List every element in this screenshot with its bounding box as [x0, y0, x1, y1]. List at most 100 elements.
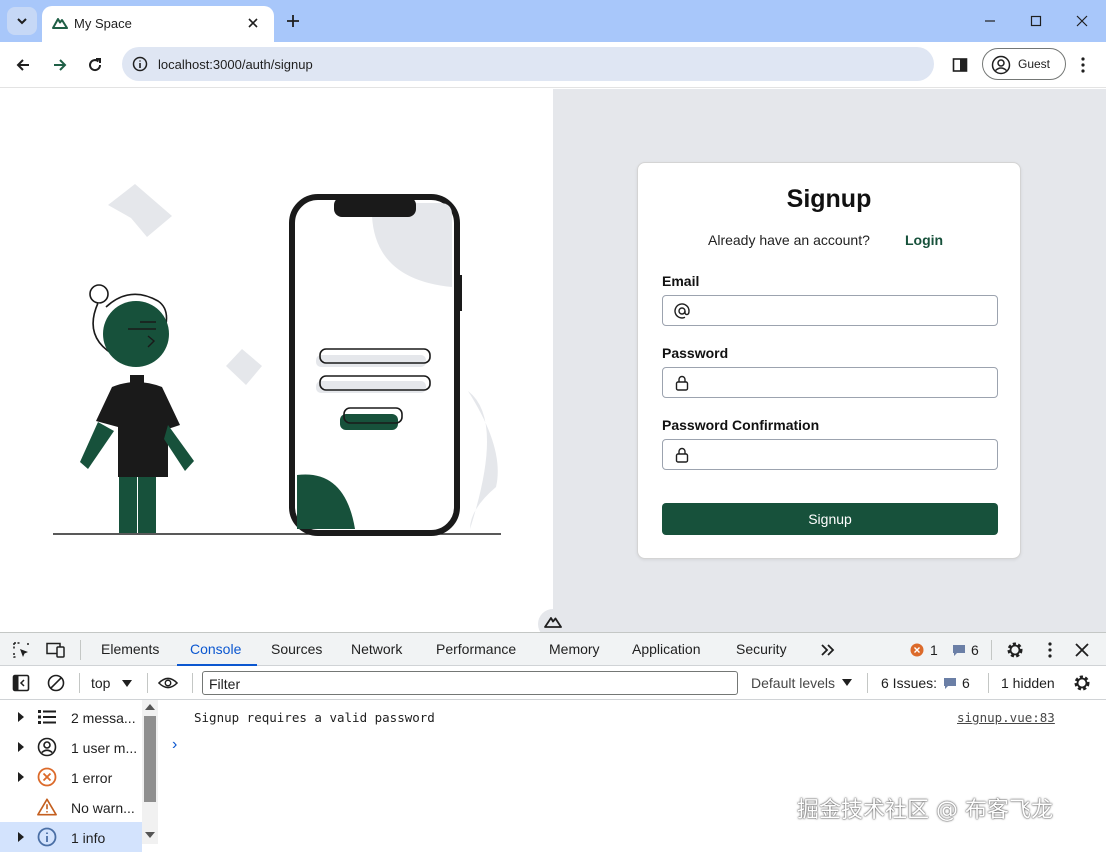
sidebar-icon	[12, 674, 30, 692]
tab-application[interactable]: Application	[632, 641, 701, 657]
console-message: Signup requires a valid password	[194, 710, 435, 725]
console-sidebar: 2 messa... 1 user m... 1 error No warn..…	[0, 700, 158, 852]
chevron-down-icon	[17, 18, 27, 25]
divider	[192, 673, 193, 693]
back-button[interactable]	[10, 52, 36, 78]
browser-title-bar: My Space	[0, 0, 1106, 42]
maximize-button[interactable]	[1025, 10, 1047, 32]
login-link[interactable]: Login	[905, 232, 943, 248]
issues-button[interactable]: 6 Issues: 6	[880, 672, 980, 694]
log-levels-dropdown[interactable]: Default levels	[750, 672, 856, 694]
clear-console-button[interactable]	[46, 673, 66, 693]
nuxt-devtools-button[interactable]	[538, 609, 568, 632]
password-field[interactable]	[662, 367, 998, 398]
minimize-icon	[985, 20, 995, 22]
console-prompt[interactable]: ›	[172, 736, 177, 754]
info-icon	[37, 827, 57, 847]
live-expression-button[interactable]	[158, 673, 178, 693]
close-icon	[1076, 15, 1088, 27]
tab-network[interactable]: Network	[351, 641, 402, 657]
filter-input[interactable]: Filter	[202, 671, 738, 695]
profile-button[interactable]: Guest	[982, 48, 1066, 80]
new-tab-button[interactable]	[282, 10, 304, 32]
device-toolbar-button[interactable]	[46, 640, 66, 660]
window-close-button[interactable]	[1071, 10, 1093, 32]
site-info-icon[interactable]	[132, 56, 148, 72]
watermark-text: 掘金技术社区 @ 布客飞龙	[797, 798, 1053, 823]
toggle-sidebar-button[interactable]	[11, 673, 31, 693]
expand-triangle-icon[interactable]	[18, 832, 24, 842]
browser-toolbar: localhost:3000/auth/signup Guest	[0, 42, 1106, 88]
reload-button[interactable]	[82, 52, 108, 78]
sidebar-item-label: 2 messa...	[71, 710, 136, 726]
signup-title: Signup	[786, 185, 872, 213]
sidebar-item-warnings[interactable]: No warn...	[0, 792, 142, 822]
message-counter[interactable]: 6	[952, 641, 986, 661]
scroll-up-icon[interactable]	[145, 704, 155, 710]
browser-tab[interactable]: My Space	[42, 6, 274, 42]
user-icon	[37, 737, 57, 757]
page-viewport: Signup Already have an account? Login Em…	[0, 89, 1106, 632]
tab-memory[interactable]: Memory	[549, 641, 600, 657]
tab-console[interactable]: Console	[190, 641, 241, 657]
tab-title: My Space	[74, 16, 132, 31]
inspect-icon	[13, 642, 29, 658]
gear-icon	[1007, 642, 1023, 658]
url-text: localhost:3000/auth/signup	[158, 57, 313, 72]
sidebar-item-messages[interactable]: 2 messa...	[0, 702, 142, 732]
sidebar-item-info[interactable]: 1 info	[0, 822, 142, 852]
leaf-decor	[468, 391, 498, 529]
have-account-text: Already have an account?	[708, 232, 870, 248]
email-label: Email	[662, 273, 700, 289]
tab-sources[interactable]: Sources	[271, 641, 322, 657]
kebab-menu-icon	[1048, 642, 1052, 658]
scroll-down-icon[interactable]	[145, 832, 155, 838]
sidebar-item-label: No warn...	[71, 800, 135, 816]
expand-triangle-icon[interactable]	[18, 772, 24, 782]
signup-card: Signup Already have an account? Login Em…	[637, 162, 1021, 559]
decor-shape	[226, 349, 262, 385]
email-field[interactable]	[662, 295, 998, 326]
devtools-menu-button[interactable]	[1040, 640, 1060, 660]
devtools-settings-button[interactable]	[1005, 640, 1025, 660]
context-selector[interactable]: top	[90, 672, 138, 694]
password-confirmation-field[interactable]	[662, 439, 998, 470]
more-tabs-button[interactable]	[818, 640, 838, 660]
at-sign-icon	[673, 302, 691, 320]
password-label: Password	[662, 345, 729, 361]
tab-close-icon[interactable]	[244, 14, 262, 32]
browser-menu-button[interactable]	[1070, 52, 1096, 78]
tab-performance[interactable]: Performance	[436, 641, 516, 657]
expand-triangle-icon[interactable]	[18, 742, 24, 752]
devtools-close-button[interactable]	[1072, 640, 1092, 660]
address-bar[interactable]: localhost:3000/auth/signup	[122, 47, 934, 81]
lock-icon	[673, 446, 691, 464]
inspect-element-button[interactable]	[11, 640, 31, 660]
issues-count: 6	[962, 675, 970, 691]
console-settings-button[interactable]	[1072, 673, 1092, 693]
arrow-right-icon	[54, 59, 67, 71]
sidebar-scrollbar[interactable]	[142, 700, 158, 844]
message-icon	[944, 678, 956, 689]
sidebar-item-errors[interactable]: 1 error	[0, 762, 142, 792]
error-counter[interactable]: 1	[910, 641, 944, 661]
divider	[79, 673, 80, 693]
tab-security[interactable]: Security	[736, 641, 787, 657]
forward-button[interactable]	[47, 52, 73, 78]
divider	[988, 673, 989, 693]
side-panel-button[interactable]	[947, 52, 973, 78]
issues-label: 6 Issues:	[881, 675, 938, 691]
scrollbar-thumb[interactable]	[144, 716, 156, 802]
sidebar-item-user-messages[interactable]: 1 user m...	[0, 732, 142, 762]
plus-icon	[287, 15, 299, 27]
expand-triangle-icon[interactable]	[18, 712, 24, 722]
error-icon	[37, 767, 57, 787]
message-source-link[interactable]: signup.vue:83	[957, 710, 1055, 725]
tab-search-button[interactable]	[7, 7, 37, 35]
tab-elements[interactable]: Elements	[101, 641, 159, 657]
context-label: top	[91, 675, 111, 691]
list-icon	[37, 707, 57, 727]
caret-down-icon	[842, 679, 852, 686]
minimize-button[interactable]	[979, 10, 1001, 32]
signup-button[interactable]: Signup	[662, 503, 998, 535]
